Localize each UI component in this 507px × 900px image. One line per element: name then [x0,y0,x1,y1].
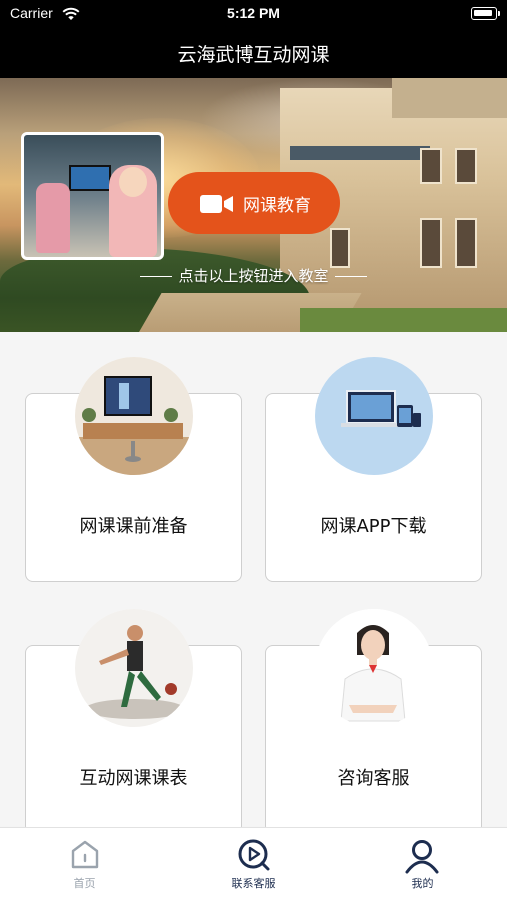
villa-window [420,218,442,268]
battery-icon [471,7,500,20]
lawn [300,308,507,332]
villa-window [455,218,477,268]
page-title: 云海武博互动网课 [177,44,330,66]
online-class-button[interactable]: 网课教育 [168,172,340,234]
tab-mine[interactable]: 我的 [338,828,507,900]
clock: 5:12 PM [227,5,280,21]
nav-bar: 云海武博互动网课 [0,28,507,78]
card-label: 互动网课课表 [79,768,188,789]
class-photo [21,132,164,260]
villa-roof-dark [290,146,430,160]
tab-bar: 首页 联系客服 我的 [0,827,507,900]
online-class-label: 网课教育 [243,196,311,215]
tab-contact-service[interactable]: 联系客服 [169,828,338,900]
menu-grid: 网课课前准备 网课APP下载 互动网课课表 咨询客服 [0,332,507,834]
divider [140,276,173,277]
villa-window [455,148,477,184]
living-room-thumbnail [75,357,193,475]
home-icon [71,840,99,869]
status-bar: Carrier 5:12 PM [0,0,507,28]
banner-hint-text: 点击以上按钮进入教室 [178,267,329,285]
video-camera-icon [200,194,234,217]
divider [334,276,367,277]
villa-window [420,148,442,184]
child-face [119,167,147,197]
tv-screen [69,165,111,191]
service-agent-thumbnail [315,609,433,727]
tab-label: 首页 [73,877,96,890]
devices-thumbnail [315,357,433,475]
tab-label: 我的 [411,877,434,890]
card-label: 咨询客服 [337,768,410,789]
card-label: 网课课前准备 [79,516,188,537]
tab-label: 联系客服 [231,877,276,890]
card-label: 网课APP下载 [320,516,427,537]
martial-arts-thumbnail [75,609,193,727]
tab-home[interactable]: 首页 [0,828,169,900]
play-circle-icon [238,839,270,871]
villa-window [330,228,350,268]
villa-roof [392,78,507,118]
child-figure [36,183,70,253]
user-icon [405,840,439,874]
banner-hint: 点击以上按钮进入教室 [0,265,507,286]
